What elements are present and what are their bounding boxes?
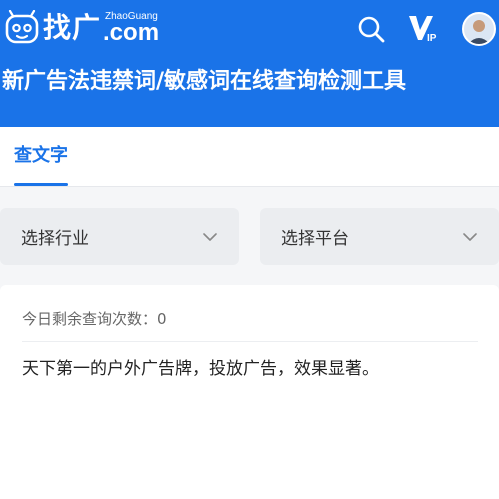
tab-active-indicator [14,183,68,186]
remaining-count: 0 [157,310,167,328]
query-card: 今日剩余查询次数：0 天下第一的户外广告牌，投放广告，效果显著。 [0,285,499,499]
tab-check-text-label: 查文字 [14,145,68,166]
platform-select-label: 选择平台 [281,229,349,249]
platform-select[interactable]: 选择平台 [260,208,499,265]
vip-icon[interactable]: IP [407,13,441,43]
chevron-down-icon [463,232,477,241]
tab-bar: 查文字 [0,127,499,187]
top-header: 找广 ZhaoGuang .com IP 新广告法违禁词/敏感词在线查询检测工具 [0,0,499,127]
industry-select[interactable]: 选择行业 [0,208,239,265]
avatar-person-icon [467,20,491,44]
brand-logo[interactable]: 找广 ZhaoGuang .com [4,8,159,48]
industry-select-label: 选择行业 [21,229,89,249]
search-icon[interactable] [356,14,386,44]
chevron-down-icon [203,232,217,241]
brand-domain: ZhaoGuang .com [103,11,160,46]
user-avatar[interactable] [462,12,496,46]
query-textarea[interactable]: 天下第一的户外广告牌，投放广告，效果显著。 [22,355,482,383]
tab-check-text[interactable]: 查文字 [14,141,68,186]
remaining-label: 今日剩余查询次数： [22,310,158,328]
brand-mascot-icon [5,10,39,44]
svg-text:IP: IP [427,33,437,43]
page-title: 新广告法违禁词/敏感词在线查询检测工具 [2,69,407,94]
remaining-queries: 今日剩余查询次数：0 [22,308,167,329]
brand-tld: .com [103,18,160,46]
brand-name-cn: 找广 [43,11,102,44]
card-divider [22,341,478,342]
